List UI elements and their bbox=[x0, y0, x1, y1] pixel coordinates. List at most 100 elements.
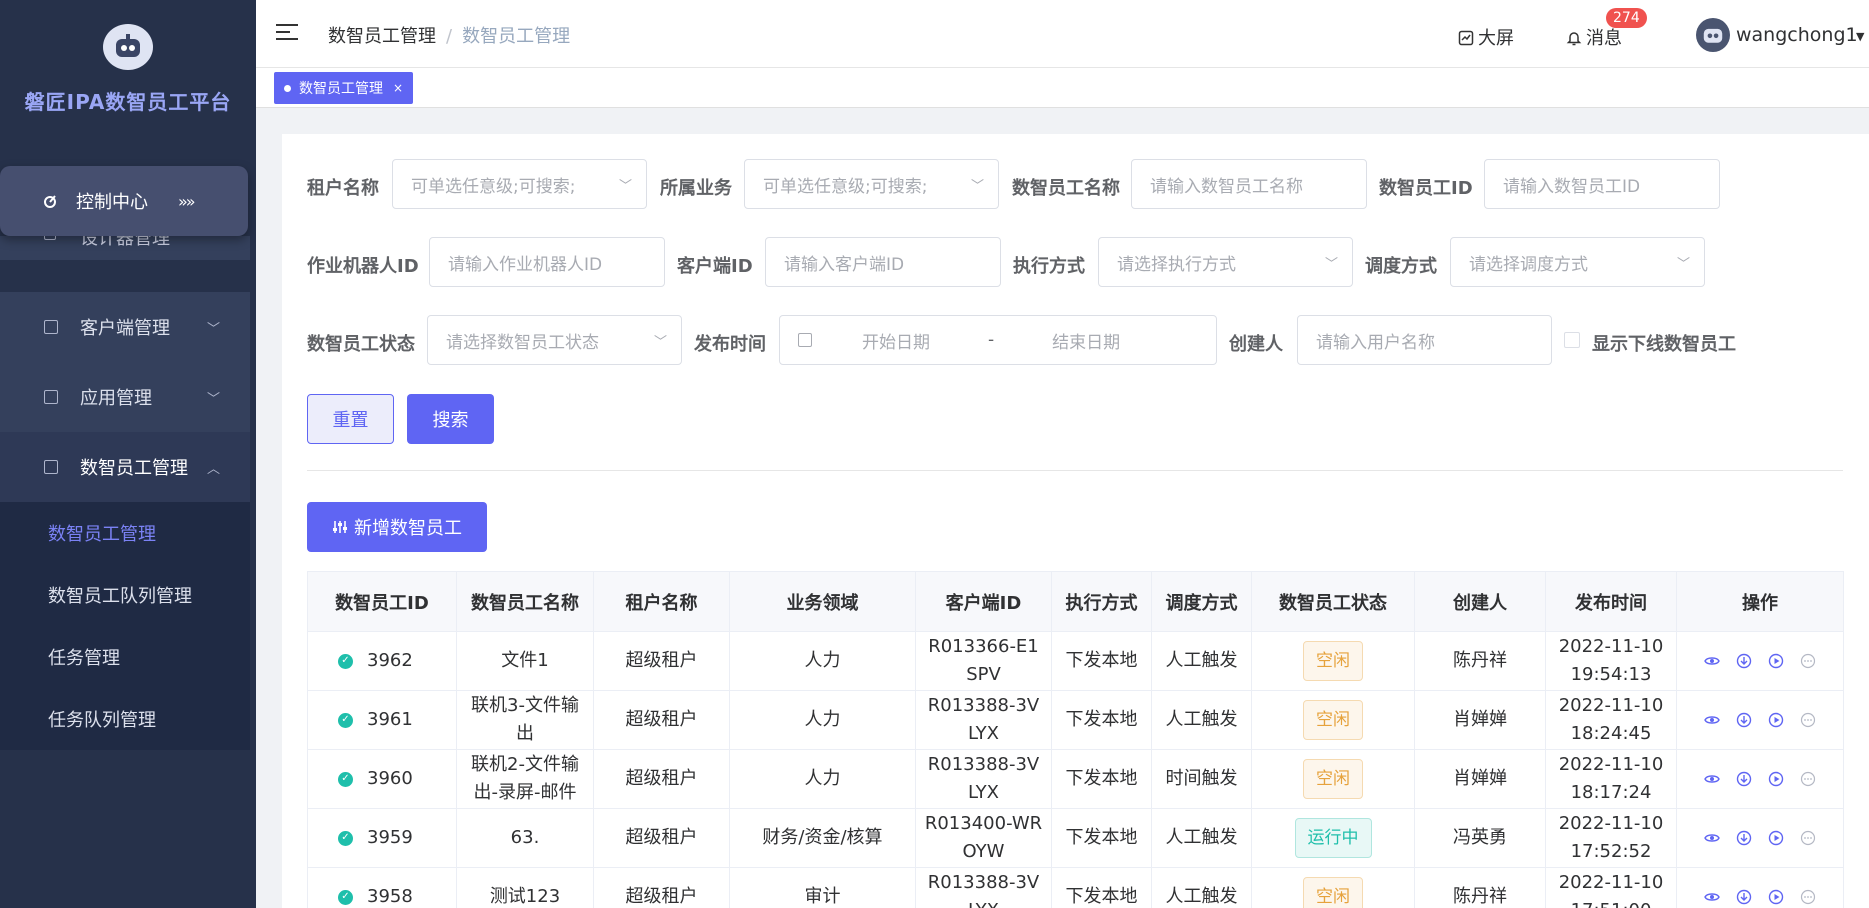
cell-status: 空闲 bbox=[1251, 749, 1415, 809]
play-icon[interactable] bbox=[1766, 769, 1786, 789]
close-icon[interactable]: × bbox=[393, 81, 403, 95]
sidebar-subitem-worker-manage[interactable]: 数智员工管理 bbox=[0, 502, 250, 564]
worker-name-label: 数智员工名称 bbox=[1012, 178, 1120, 199]
tenant-select[interactable]: 可单选任意级;可搜索; ﹀ bbox=[392, 159, 647, 209]
download-icon[interactable] bbox=[1734, 710, 1754, 730]
play-icon[interactable] bbox=[1766, 828, 1786, 848]
worker-id-input[interactable]: 请输入数智员工ID bbox=[1484, 159, 1720, 209]
cell-client: R013388-3VLYX bbox=[915, 690, 1052, 750]
sidebar-subitem-task-queue[interactable]: 任务队列管理 bbox=[0, 688, 250, 750]
more-icon[interactable] bbox=[1798, 769, 1818, 789]
big-screen-button[interactable]: 大屏 bbox=[1458, 24, 1514, 50]
status-badge: 空闲 bbox=[1303, 700, 1363, 740]
exec-mode-select[interactable]: 请选择执行方式 ﹀ bbox=[1098, 237, 1353, 287]
eye-icon[interactable] bbox=[1702, 769, 1722, 789]
show-offline-checkbox[interactable] bbox=[1564, 332, 1580, 348]
worker-id-label: 数智员工ID bbox=[1379, 178, 1473, 199]
status-select[interactable]: 请选择数智员工状态 ﹀ bbox=[427, 315, 682, 365]
play-icon[interactable] bbox=[1766, 887, 1786, 907]
search-button[interactable]: 搜索 bbox=[407, 394, 494, 444]
caret-down-icon[interactable]: ▼ bbox=[1856, 30, 1864, 43]
tenant-label: 租户名称 bbox=[307, 178, 379, 199]
robot-id-label: 作业机器人ID bbox=[307, 256, 419, 277]
play-icon[interactable] bbox=[1766, 710, 1786, 730]
reset-button[interactable]: 重置 bbox=[307, 394, 394, 444]
main-panel: 租户名称 可单选任意级;可搜索; ﹀ 所属业务 可单选任意级;可搜索; ﹀ 数智员工… bbox=[282, 134, 1869, 908]
creator-input[interactable]: 请输入用户名称 bbox=[1297, 315, 1552, 365]
cell-schedule: 人工触发 bbox=[1151, 631, 1252, 691]
tag-worker-manage[interactable]: 数智员工管理 × bbox=[274, 72, 414, 104]
table-row: ✓ 3959 63. 超级租户 财务/资金/核算 R013400-WROYW 下发本地 人工触… bbox=[307, 808, 1844, 868]
app-icon bbox=[44, 390, 58, 404]
cell-schedule: 人工触发 bbox=[1151, 808, 1252, 868]
download-icon[interactable] bbox=[1734, 887, 1754, 907]
cell-name: 联机3-文件输出 bbox=[456, 690, 594, 750]
robot-id-input[interactable]: 请输入作业机器人ID bbox=[429, 237, 665, 287]
cell-id: ✓ 3962 bbox=[307, 631, 457, 691]
cell-domain: 人力 bbox=[729, 631, 916, 691]
sidebar-subitem-worker-queue[interactable]: 数智员工队列管理 bbox=[0, 564, 250, 626]
cell-schedule: 人工触发 bbox=[1151, 867, 1252, 908]
cell-exec: 下发本地 bbox=[1051, 749, 1152, 809]
table-row: ✓3958测试123超级租户审计R013388-3VLYX下发本地人工触发 空闲 陈… bbox=[307, 867, 1844, 908]
column-header: 操作 bbox=[1676, 571, 1844, 632]
status-badge: 空闲 bbox=[1303, 759, 1363, 799]
business-select[interactable]: 可单选任意级;可搜索; ﹀ bbox=[744, 159, 999, 209]
eye-icon[interactable] bbox=[1702, 887, 1722, 907]
username[interactable]: wangchong1 bbox=[1736, 24, 1858, 46]
cell-name: 文件1 bbox=[456, 631, 594, 691]
breadcrumb-item[interactable]: 数智员工管理 bbox=[328, 26, 436, 47]
cell-schedule: 时间触发 bbox=[1151, 749, 1252, 809]
sidebar-item-client[interactable]: 客户端管理 ﹀ bbox=[0, 292, 250, 362]
more-icon[interactable] bbox=[1798, 710, 1818, 730]
publish-time-label: 发布时间 bbox=[694, 334, 766, 355]
eye-icon[interactable] bbox=[1702, 710, 1722, 730]
add-worker-button[interactable]: 新增数智员工 bbox=[307, 502, 487, 552]
status-badge: 空闲 bbox=[1303, 641, 1363, 681]
chevron-down-icon: ﹀ bbox=[653, 335, 667, 350]
cell-status: 空闲 bbox=[1251, 631, 1415, 691]
schedule-mode-select[interactable]: 请选择调度方式 ﹀ bbox=[1450, 237, 1705, 287]
download-icon[interactable] bbox=[1734, 651, 1754, 671]
download-icon[interactable] bbox=[1734, 828, 1754, 848]
sidebar-item-workers[interactable]: 数智员工管理 ︿ bbox=[0, 432, 250, 502]
avatar[interactable] bbox=[1696, 18, 1730, 52]
sidebar-subitem-task-manage[interactable]: 任务管理 bbox=[0, 626, 250, 688]
eye-icon[interactable] bbox=[1702, 828, 1722, 848]
cell-id: ✓ 3960 bbox=[307, 749, 457, 809]
cell-actions bbox=[1676, 867, 1844, 908]
start-date[interactable]: 开始日期 bbox=[862, 328, 930, 353]
more-icon[interactable] bbox=[1798, 828, 1818, 848]
cell-domain: 审计 bbox=[729, 867, 916, 908]
more-icon[interactable] bbox=[1798, 887, 1818, 907]
worker-table: 数智员工ID 数智员工名称 租户名称 业务领域 客户端ID 执行方式 调度方式 … bbox=[307, 571, 1844, 908]
play-icon[interactable] bbox=[1766, 651, 1786, 671]
eye-icon[interactable] bbox=[1702, 651, 1722, 671]
cell-domain: 财务/资金/核算 bbox=[729, 808, 916, 868]
sidebar-item-designer[interactable]: 设计器管理 bbox=[0, 236, 250, 260]
more-icon[interactable] bbox=[1798, 651, 1818, 671]
cell-client: R013388-3VLYX bbox=[915, 749, 1052, 809]
client-id-input[interactable]: 请输入客户端ID bbox=[765, 237, 1001, 287]
menu-toggle-icon[interactable] bbox=[276, 24, 298, 42]
chevron-down-icon: ﹀ bbox=[206, 391, 220, 407]
cell-domain: 人力 bbox=[729, 749, 916, 809]
publish-date-range[interactable]: 开始日期 - 结束日期 bbox=[779, 315, 1217, 365]
chevron-down-icon: ﹀ bbox=[1676, 257, 1690, 272]
cell-client: R013400-WROYW bbox=[915, 808, 1052, 868]
cell-id: ✓ 3961 bbox=[307, 690, 457, 750]
column-header: 调度方式 bbox=[1151, 571, 1252, 632]
chart-screen-icon bbox=[1458, 30, 1474, 46]
column-header: 发布时间 bbox=[1545, 571, 1677, 632]
breadcrumb-current: 数智员工管理 bbox=[462, 26, 571, 47]
control-center-button[interactable]: 控制中心 »» bbox=[0, 166, 248, 236]
check-circle-icon: ✓ bbox=[338, 889, 353, 905]
tags-view: 数智员工管理 × bbox=[256, 68, 1869, 108]
cell-actions bbox=[1676, 808, 1844, 868]
show-offline-label: 显示下线数智员工 bbox=[1592, 334, 1736, 355]
sidebar-item-apps[interactable]: 应用管理 ﹀ bbox=[0, 362, 250, 432]
end-date[interactable]: 结束日期 bbox=[1052, 328, 1120, 353]
worker-name-input[interactable]: 请输入数智员工名称 bbox=[1131, 159, 1367, 209]
cell-exec: 下发本地 bbox=[1051, 631, 1152, 691]
download-icon[interactable] bbox=[1734, 769, 1754, 789]
